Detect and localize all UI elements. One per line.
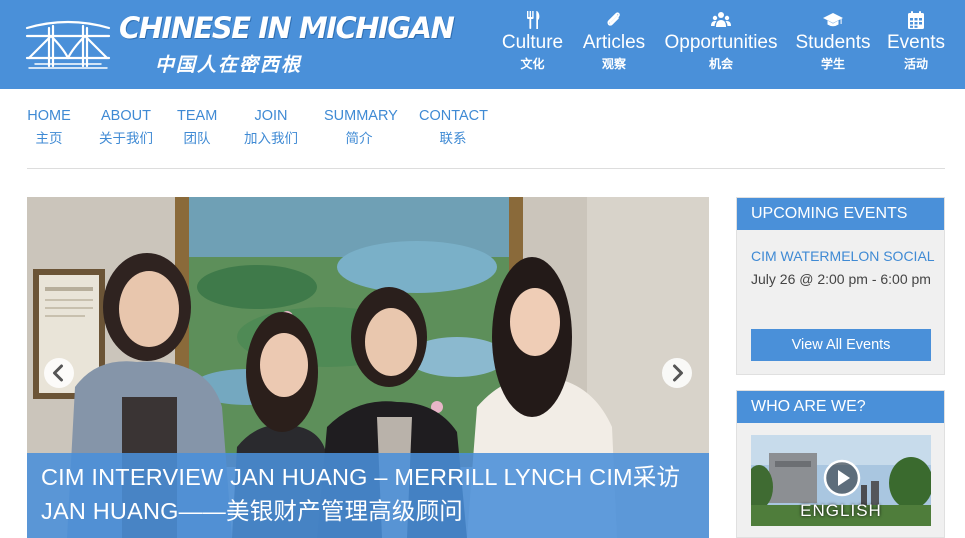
view-all-events-button[interactable]: View All Events [751, 329, 931, 361]
topnav-label: Events [886, 32, 946, 53]
topnav-sublabel: 学生 [820, 57, 845, 71]
topnav-articles[interactable]: Articles 观察 [580, 10, 648, 80]
intro-video-thumbnail[interactable]: ENGLISH [751, 435, 931, 526]
topnav-students[interactable]: Students 学生 [794, 10, 872, 80]
nav-sublabel: 简介 [345, 131, 373, 146]
logo-chinese-title: 中国人在密西根 [155, 54, 303, 76]
topnav-sublabel: 文化 [520, 57, 545, 71]
nav-label: HOME [27, 108, 71, 124]
topnav-sublabel: 观察 [601, 57, 626, 71]
calendar-icon [908, 11, 924, 29]
nav-sublabel: 团队 [183, 131, 211, 146]
slide-caption-line-1: CIM INTERVIEW JAN HUANG – MERRILL LYNCH … [41, 464, 681, 490]
users-icon [711, 12, 731, 27]
nav-label: ABOUT [101, 108, 151, 124]
topnav-opportunities[interactable]: Opportunities 机会 [662, 10, 780, 80]
featured-slider[interactable]: CIM INTERVIEW JAN HUANG – MERRILL LYNCH … [27, 197, 709, 538]
nav-contact[interactable]: CONTACT 联系 [419, 107, 489, 148]
nav-home[interactable]: HOME 主页 [27, 107, 71, 148]
paperclip-icon [607, 12, 620, 26]
nav-team[interactable]: TEAM 团队 [177, 107, 217, 148]
topnav-label: Culture [501, 32, 564, 53]
nav-label: SUMMARY [324, 108, 398, 124]
widget-title: WHO ARE WE? [737, 391, 944, 423]
site-logo[interactable]: CHINESE IN MICHIGAN 中国人在密西根 [25, 8, 455, 76]
topnav-culture[interactable]: Culture 文化 [500, 10, 565, 80]
play-icon [823, 459, 861, 497]
bridge-logo-icon [25, 20, 111, 69]
nav-label: CONTACT [419, 108, 489, 124]
slide-caption[interactable]: CIM INTERVIEW JAN HUANG – MERRILL LYNCH … [27, 453, 709, 538]
nav-divider [27, 168, 945, 169]
topnav-label: Students [795, 32, 871, 53]
event-time: July 26 @ 2:00 pm - 6:00 pm [751, 271, 931, 287]
logo-title: CHINESE IN MICHIGAN [119, 11, 455, 45]
slide-caption-line-2: JAN HUANG——美银财产管理高级顾问 [41, 498, 463, 524]
topnav-sublabel: 活动 [903, 57, 928, 71]
topnav-sublabel: 机会 [708, 57, 733, 71]
site-header: CHINESE IN MICHIGAN 中国人在密西根 Culture 文化 A… [0, 0, 965, 89]
utensils-icon [526, 11, 539, 29]
nav-sublabel: 主页 [35, 131, 63, 146]
slider-prev-button[interactable] [44, 358, 74, 388]
topnav-label: Opportunities [664, 32, 778, 53]
chevron-right-icon [673, 364, 683, 382]
nav-sublabel: 关于我们 [99, 131, 153, 146]
event-link[interactable]: CIM WATERMELON SOCIAL [751, 248, 935, 264]
graduation-cap-icon [823, 13, 843, 27]
nav-join[interactable]: JOIN 加入我们 [242, 107, 300, 148]
chevron-left-icon [53, 364, 63, 382]
nav-summary[interactable]: SUMMARY 简介 [324, 107, 398, 148]
nav-label: TEAM [177, 108, 218, 124]
who-are-we-widget: WHO ARE WE? ENGLISH [736, 390, 945, 538]
topnav-label: Articles [582, 32, 646, 53]
nav-sublabel: 联系 [439, 131, 467, 146]
topnav-events[interactable]: Events 活动 [885, 10, 947, 80]
video-language-label: ENGLISH [800, 501, 882, 520]
nav-sublabel: 加入我们 [244, 131, 298, 146]
nav-label: JOIN [254, 108, 288, 124]
nav-about[interactable]: ABOUT 关于我们 [97, 107, 155, 148]
slider-next-button[interactable] [662, 358, 692, 388]
widget-title: UPCOMING EVENTS [737, 198, 944, 230]
upcoming-events-widget: UPCOMING EVENTS CIM WATERMELON SOCIAL Ju… [736, 197, 945, 375]
